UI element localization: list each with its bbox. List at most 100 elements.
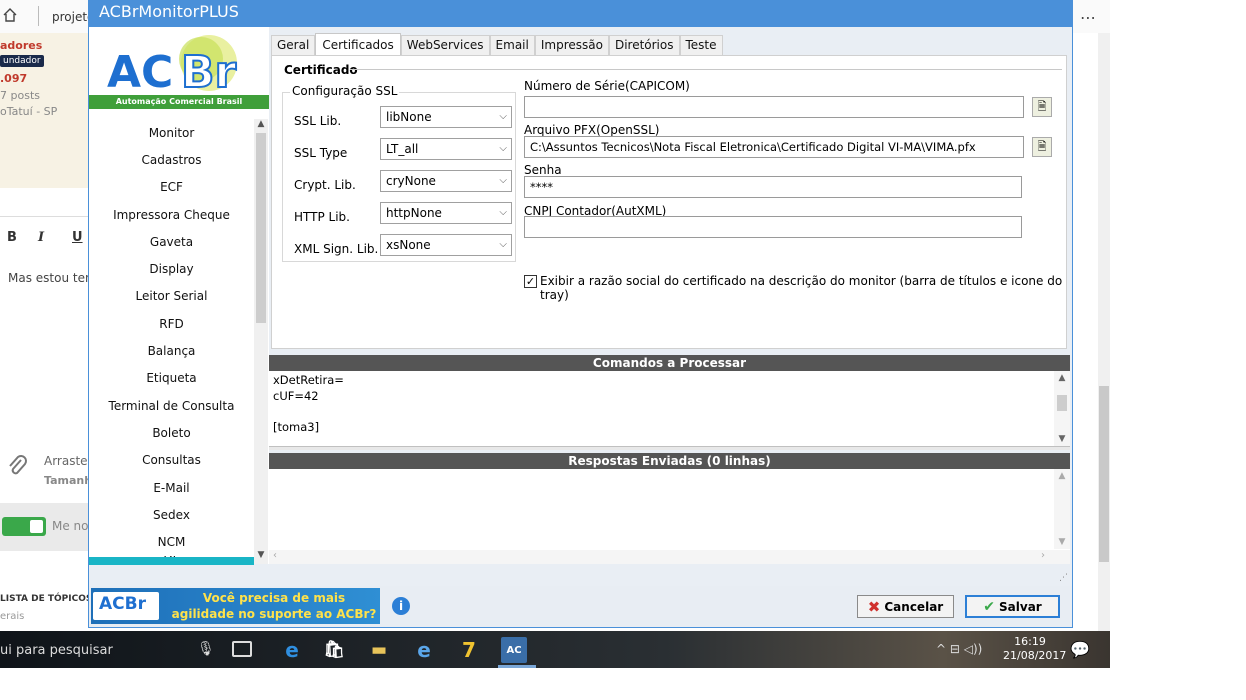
browse-pfx-icon[interactable]: 🗎 (1032, 137, 1052, 157)
scroll-up-icon[interactable]: ▲ (1054, 373, 1070, 383)
menu-item-sedex[interactable]: Sedex (89, 501, 254, 528)
banner-text: Você precisa de mais agilidade no suport… (171, 590, 377, 622)
notify-label: Me no (52, 519, 89, 533)
more-icon[interactable]: ⋯ (1080, 8, 1097, 27)
clock[interactable]: 16:19 21/08/2017 (1003, 635, 1066, 663)
ie-icon[interactable]: e (411, 637, 437, 663)
ssl-lib-label: SSL Lib. (294, 114, 342, 128)
topics-sub[interactable]: erais (0, 611, 24, 622)
tab-email[interactable]: Email (489, 35, 535, 55)
exibir-label: Exibir a razão social do certificado na … (540, 274, 1063, 302)
tab-diretorios[interactable]: Diretórios (608, 35, 680, 55)
italic-button[interactable]: I (38, 230, 44, 245)
responses-hscrollbar[interactable]: ‹ › (269, 550, 1070, 564)
menu-item-ncm[interactable]: NCM (89, 528, 254, 555)
title-bar[interactable]: ACBrMonitorPLUS (89, 1, 1072, 27)
menu-item-leitor-serial[interactable]: Leitor Serial (89, 283, 254, 310)
system-tray[interactable]: ^ ⊟ ◁)) (936, 642, 982, 656)
scroll-down-icon[interactable]: ▼ (254, 550, 268, 564)
scroll-up-icon[interactable]: ▲ (1054, 471, 1070, 481)
cancel-button[interactable]: ✖ Cancelar (857, 595, 954, 618)
save-button[interactable]: ✔ Salvar (965, 595, 1060, 618)
xml-sign-label: XML Sign. Lib. (294, 242, 379, 256)
pfx-input[interactable]: C:\Assuntos Tecnicos\Nota Fiscal Eletron… (524, 136, 1024, 158)
menu-item-display[interactable]: Display (89, 255, 254, 282)
xml-sign-select[interactable]: xsNone ⌵ (380, 234, 512, 256)
taskbar-search[interactable]: ui para pesquisar (0, 643, 113, 658)
menu-scrollbar[interactable]: ▲ ▼ (254, 119, 268, 564)
cnpj-input[interactable] (524, 216, 1022, 238)
task-view-icon[interactable] (232, 641, 252, 657)
crypt-lib-label: Crypt. Lib. (294, 178, 356, 192)
certificados-panel: Certificado Configuração SSL SSL Lib. li… (271, 55, 1067, 349)
page-scrollbar-thumb[interactable] (1099, 386, 1109, 562)
scroll-down-icon[interactable]: ▼ (1054, 434, 1070, 444)
senha-input[interactable]: **** (524, 176, 1022, 198)
menu-item-email[interactable]: E-Mail (89, 474, 254, 501)
responses-scrollbar[interactable]: ▲ ▼ (1054, 469, 1070, 549)
responses-memo[interactable]: ▲ ▼ ‹ › (269, 469, 1070, 564)
svg-text:AC: AC (107, 47, 173, 95)
tab-webservices[interactable]: WebServices (400, 35, 490, 55)
notification-icon[interactable]: 💬 (1070, 640, 1090, 659)
7zip-icon[interactable]: 7 (456, 637, 482, 663)
acbr-taskbar-icon[interactable]: AC (501, 637, 527, 663)
tab-teste[interactable]: Teste (679, 35, 723, 55)
scroll-up-icon[interactable]: ▲ (254, 119, 268, 133)
menu-item-terminal-consulta[interactable]: Terminal de Consulta (89, 392, 254, 419)
group-title: Certificado (284, 63, 358, 77)
ssl-lib-select[interactable]: libNone ⌵ (380, 106, 512, 128)
exibir-checkbox[interactable]: ✓ (524, 275, 537, 288)
home-icon[interactable] (2, 7, 18, 23)
menu-item-balanca[interactable]: Balança (89, 337, 254, 364)
ssl-type-select[interactable]: LT_all ⌵ (380, 138, 512, 160)
menu-item-gaveta[interactable]: Gaveta (89, 228, 254, 255)
edge-icon[interactable]: e (279, 637, 305, 663)
menu-item-ecf[interactable]: ECF (89, 174, 254, 201)
menu-item-consultas[interactable]: Consultas (89, 447, 254, 474)
browse-serie-icon[interactable]: 🗎 (1032, 97, 1052, 117)
resize-grip-icon[interactable]: ⋰ (1059, 573, 1068, 583)
tab-strip: Geral Certificados WebServices Email Imp… (271, 33, 723, 55)
profile-rank: adores (0, 39, 43, 52)
menu-item-cadastros[interactable]: Cadastros (89, 146, 254, 173)
scroll-down-icon[interactable]: ▼ (1054, 537, 1070, 547)
menu-item-rfd[interactable]: RFD (89, 310, 254, 337)
editor-text[interactable]: Mas estou ten (8, 271, 93, 285)
explorer-icon[interactable]: ▬ (366, 637, 392, 663)
http-lib-select[interactable]: httpNone ⌵ (380, 202, 512, 224)
scroll-left-icon[interactable]: ‹ (273, 550, 277, 561)
menu-scrollbar-thumb[interactable] (256, 133, 266, 323)
commands-header: Comandos a Processar (269, 355, 1070, 371)
menu-item-etiqueta[interactable]: Etiqueta (89, 365, 254, 392)
support-banner[interactable]: ACBr Você precisa de mais agilidade no s… (91, 588, 380, 624)
svg-text:Br: Br (181, 47, 237, 95)
profile-badge: undador (0, 55, 44, 67)
store-icon[interactable]: 🛍 (321, 637, 347, 663)
acbr-monitor-window: ACBrMonitorPLUS AC Br Automação Comercia… (88, 0, 1073, 628)
menu-selection-highlight (89, 557, 254, 565)
underline-button[interactable]: U (72, 230, 83, 245)
config-tabs: Geral Certificados WebServices Email Imp… (271, 29, 1067, 355)
tab-geral[interactable]: Geral (271, 35, 316, 55)
topics-link[interactable]: LISTA DE TÓPICOS (0, 594, 92, 604)
microphone-icon[interactable]: 🎙 (197, 641, 215, 657)
panel-splitter[interactable] (269, 446, 1070, 450)
crypt-lib-select[interactable]: cryNone ⌵ (380, 170, 512, 192)
tab-certificados[interactable]: Certificados (315, 33, 401, 55)
tab-impressao[interactable]: Impressão (534, 35, 609, 55)
menu-item-monitor[interactable]: Monitor (89, 119, 254, 146)
scroll-right-icon[interactable]: › (1041, 550, 1045, 561)
info-icon[interactable]: i (392, 597, 410, 615)
menu-item-boleto[interactable]: Boleto (89, 419, 254, 446)
menu-list: Monitor Cadastros ECF Impressora Cheque … (89, 119, 254, 566)
acbr-logo-graphic: AC Br (107, 35, 238, 99)
menu-item-impressora-cheque[interactable]: Impressora Cheque (89, 201, 254, 228)
commands-scrollbar[interactable]: ▲ ▼ (1054, 371, 1070, 446)
commands-memo[interactable]: xDetRetira= cUF=42 [toma3] ▲ ▼ (269, 371, 1070, 446)
bold-button[interactable]: B (7, 230, 17, 245)
notify-toggle[interactable] (2, 517, 46, 536)
commands-scrollbar-thumb[interactable] (1057, 395, 1067, 411)
banner-line-1: Você precisa de mais (202, 591, 346, 605)
serie-input[interactable] (524, 96, 1024, 118)
